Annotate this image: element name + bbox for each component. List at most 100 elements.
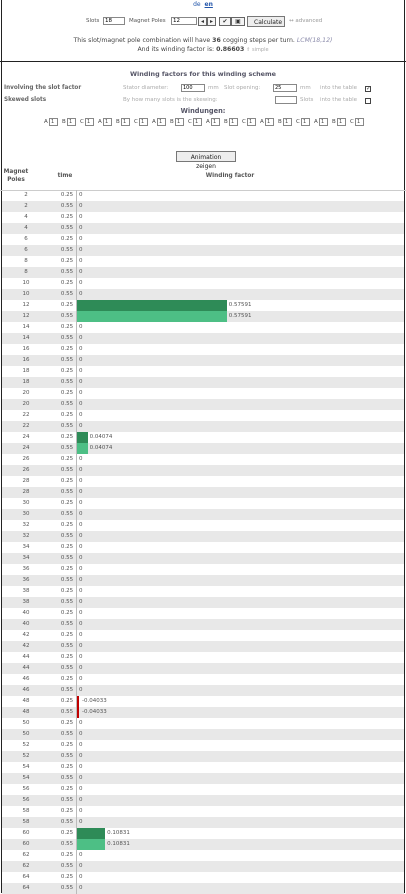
winding-factor-value: 0 [79,192,83,198]
decrement-icon[interactable]: ◂ [198,17,207,26]
phase-turns-input[interactable]: 1 [337,118,346,126]
phase-turns-input[interactable]: 1 [355,118,364,126]
phase-turns-input[interactable]: 1 [265,118,274,126]
poles-cell: 64 [22,874,30,880]
stator-diameter-input[interactable] [181,84,205,92]
poles-cell: 30 [22,511,30,517]
phase-turns-input[interactable]: 1 [139,118,148,126]
table-row: 2 0.55 0 [2,201,404,212]
time-cell: 0.25 [60,258,74,264]
poles-cell: 2 [24,203,28,209]
winding-factor-value: 0 [79,335,83,341]
table-row: 42 0.25 0 [2,630,404,641]
phase-turns-input[interactable]: 1 [67,118,76,126]
skewed-slots-checkbox[interactable] [365,98,371,104]
lang-en-link[interactable]: en [205,1,213,8]
time-cell: 0.55 [60,687,74,693]
advanced-link[interactable]: ↔ advanced [289,18,322,24]
time-cell: 0.55 [60,731,74,737]
phase-turns-input[interactable]: 1 [49,118,58,126]
column-separator [76,619,77,630]
phase-label: A [206,119,210,125]
winding-factor-value: 0 [79,819,83,825]
column-separator [76,399,77,410]
table-row: 4 0.55 0 [2,223,404,234]
table-row: 30 0.25 0 [2,498,404,509]
slot-opening-input[interactable] [273,84,297,92]
lang-de-link[interactable]: de [193,1,201,8]
stator-diameter-label: Stator diameter: [123,85,169,91]
time-cell: 0.25 [60,676,74,682]
skew-input[interactable] [275,96,297,104]
phase-turns-input[interactable]: 1 [121,118,130,126]
slot-factor-checkbox[interactable]: ✓ [365,86,371,92]
winding-factor-value: 0 [79,632,83,638]
phase-label: C [188,119,192,125]
winding-factor-value: 0 [79,731,83,737]
winding-factor-value: 0 [79,346,83,352]
poles-cell: 62 [22,863,30,869]
time-cell: 0.25 [60,390,74,396]
column-separator [76,421,77,432]
col-poles-header: Magnet Poles [3,169,29,183]
phase-turns-input[interactable]: 1 [211,118,220,126]
winding-factor-value: 0 [79,379,83,385]
time-cell: 0.55 [60,599,74,605]
column-separator [76,465,77,476]
poles-cell: 20 [22,401,30,407]
column-separator [76,289,77,300]
phase-turns-input[interactable]: 1 [85,118,94,126]
table-row: 60 0.55 0.10831 [2,839,404,850]
animation-button[interactable]: Animation zeigen [176,151,236,170]
poles-cell: 54 [22,775,30,781]
slot-factor-label: Involving the slot factor [4,85,82,91]
phase-turns-input[interactable]: 1 [283,118,292,126]
winding-factor-value: 0 [79,643,83,649]
phase-turns-input[interactable]: 1 [193,118,202,126]
winding-factor-value: 0.57591 [228,313,252,319]
poles-cell: 30 [22,500,30,506]
column-separator [76,861,77,872]
phase-turns-input[interactable]: 1 [229,118,238,126]
poles-cell: 52 [22,742,30,748]
time-cell: 0.25 [60,236,74,242]
poles-input[interactable] [171,17,197,25]
table-row: 40 0.55 0 [2,619,404,630]
slots-label: Slots [86,18,100,24]
slots-input[interactable] [103,17,125,25]
column-separator [76,223,77,234]
winding-factor-info: And its winding factor is: 0.86603 ⇑ sim… [0,46,406,53]
page: de en Slots Magnet Poles ◂ ▸ ✔ ▣ Calcula… [0,0,406,894]
winding-factor-bar [77,839,106,850]
winding-factor-bar [77,432,88,443]
calculate-button[interactable]: Calculate [247,16,285,27]
winding-factor-value: 0 [79,269,83,275]
poles-cell: 18 [22,379,30,385]
table-row: 16 0.55 0 [2,355,404,366]
winding-factor-value: 0 [79,357,83,363]
phase-turns-input[interactable]: 1 [319,118,328,126]
poles-cell: 16 [22,357,30,363]
column-separator [76,806,77,817]
phase-turns-input[interactable]: 1 [247,118,256,126]
poles-cell: 22 [22,423,30,429]
into-table-label-1: into the table [320,85,357,91]
time-cell: 0.55 [60,621,74,627]
simple-link[interactable]: ⇑ simple [246,47,268,53]
poles-cell: 48 [22,698,30,704]
time-cell: 0.55 [60,841,74,847]
preset-icon[interactable]: ▣ [231,17,245,26]
time-cell: 0.55 [60,863,74,869]
table-row: 26 0.55 0 [2,465,404,476]
increment-icon[interactable]: ▸ [207,17,216,26]
time-cell: 0.55 [60,643,74,649]
poles-cell: 16 [22,346,30,352]
poles-cell: 24 [22,434,30,440]
phase-turns-input[interactable]: 1 [157,118,166,126]
phase-turns-input[interactable]: 1 [103,118,112,126]
winding-factor-value: 0 [79,621,83,627]
phase-turns-input[interactable]: 1 [175,118,184,126]
check-icon[interactable]: ✔ [219,17,231,26]
phase-turns-input[interactable]: 1 [301,118,310,126]
poles-cell: 36 [22,566,30,572]
